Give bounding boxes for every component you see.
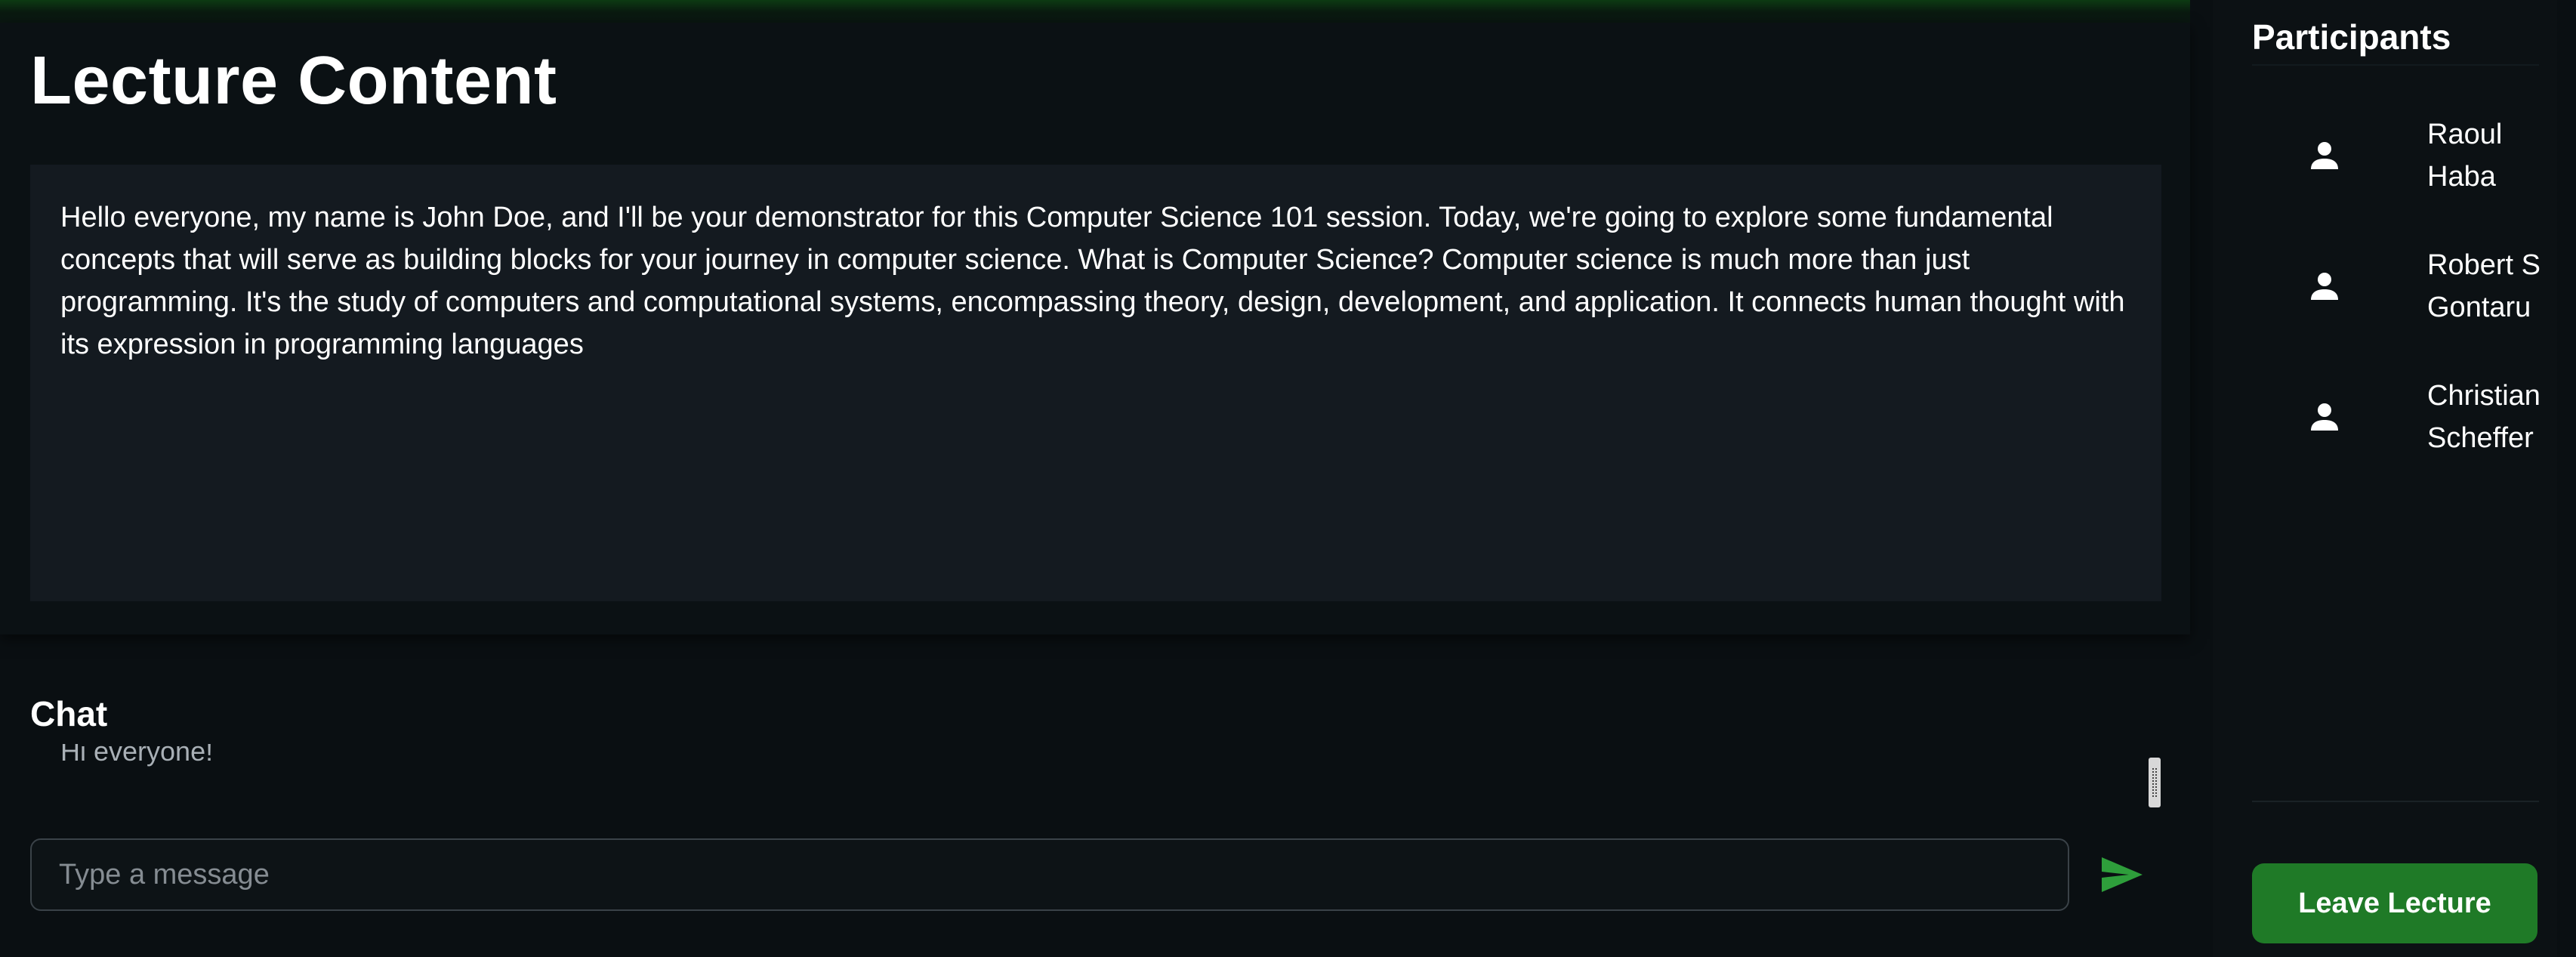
chat-title: Chat (30, 694, 108, 733)
page-title: Lecture Content (30, 43, 557, 119)
lecture-content: Hello everyone, my name is John Doe, and… (30, 165, 2161, 601)
participant-name: Raoul Haba (2427, 119, 2503, 193)
chat-message: Hi everyone! (60, 744, 214, 767)
participant-name: Robert S Gontaru (2427, 249, 2541, 323)
person-icon (2311, 273, 2338, 300)
main-area: Lecture Content Hello everyone, my name … (0, 0, 2190, 957)
person-icon (2311, 142, 2338, 169)
window-edge (2557, 0, 2576, 957)
participant-item: Christian Scheffer (2252, 364, 2541, 470)
divider (2252, 64, 2539, 66)
message-input[interactable] (30, 838, 2069, 911)
send-icon (2102, 857, 2143, 892)
participants-sidebar: Participants Raoul Haba Robert S Gontaru… (2213, 0, 2576, 957)
participants-title: Participants (2252, 17, 2451, 57)
divider (2252, 801, 2539, 802)
person-icon (2311, 403, 2338, 431)
participant-item: Raoul Haba (2252, 103, 2539, 208)
participant-name: Christian Scheffer (2427, 380, 2541, 454)
chat-scrollbar[interactable] (2149, 758, 2161, 807)
chat-message-list: Hi everyone! (30, 744, 2161, 806)
leave-lecture-button[interactable]: Leave Lecture (2252, 863, 2537, 943)
participant-item: Robert S Gontaru (2252, 233, 2541, 339)
send-button[interactable] (2092, 847, 2152, 902)
